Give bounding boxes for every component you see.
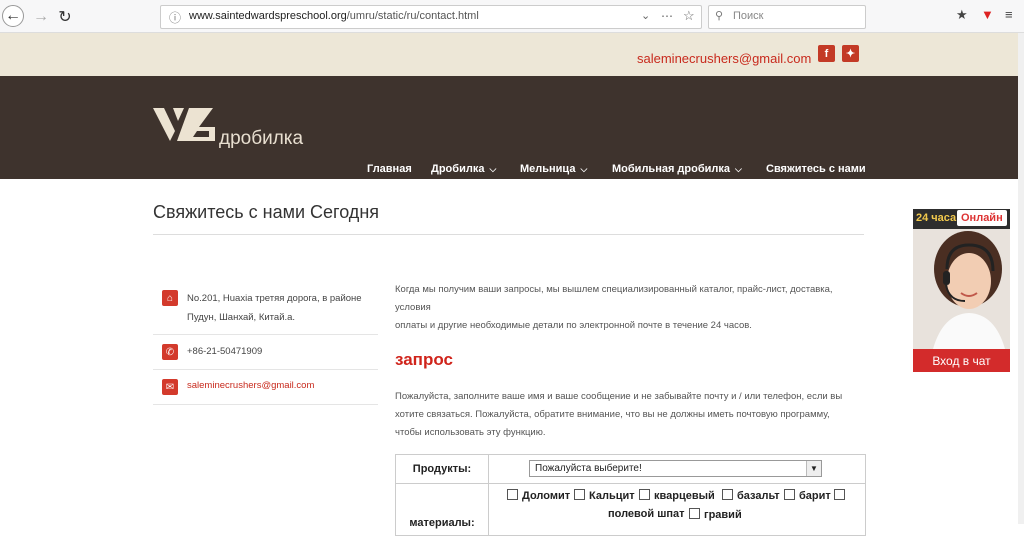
- checkbox-basalt-label: базальт: [737, 490, 780, 502]
- form-column-divider: [488, 455, 489, 535]
- checkbox-basalt[interactable]: базальт: [722, 489, 780, 502]
- shield-icon[interactable]: ▼: [981, 7, 994, 22]
- search-placeholder: Поиск: [733, 10, 764, 22]
- url-domain: www.saintedwardspreschool.org: [189, 10, 347, 22]
- inquiry-line-2: хотите связаться. Пожалуйста, обратите в…: [395, 409, 830, 420]
- products-select-value: Пожалуйста выберите!: [535, 463, 642, 474]
- chevron-down-icon: ⌵: [735, 164, 742, 174]
- dropdown-icon[interactable]: ⌄: [641, 9, 650, 22]
- intro-line-1: Когда мы получим ваши запросы, мы вышлем…: [395, 284, 833, 313]
- info-icon[interactable]: ⓘ: [169, 9, 181, 26]
- address-line-2: Пудун, Шанхай, Китай.а.: [187, 312, 296, 323]
- checkbox-quartz-label: кварцевый: [654, 490, 715, 502]
- divider: [153, 369, 378, 370]
- checkbox-dolomite[interactable]: Доломит: [507, 489, 570, 502]
- page-title: Свяжитесь с нами Сегодня: [153, 202, 380, 222]
- address-line-1: No.201, Huaxia третяя дорога, в районе: [187, 293, 362, 304]
- facebook-icon[interactable]: f: [818, 45, 835, 62]
- nav-mill-label: Мельница: [520, 163, 576, 175]
- nav-mobile-crusher[interactable]: Мобильная дробилка ⌵: [612, 163, 742, 175]
- search-input[interactable]: ⚲ Поиск: [708, 5, 866, 29]
- checkbox-gravel-label: гравий: [704, 509, 742, 521]
- nav-home[interactable]: Главная: [367, 163, 412, 175]
- menu-icon[interactable]: ≡: [1005, 7, 1013, 22]
- materials-label: материалы:: [409, 517, 475, 529]
- address: No.201, Huaxia третяя дорога, в районе П…: [187, 289, 362, 327]
- phone-number: +86-21-50471909: [187, 346, 263, 357]
- chat-enter-button[interactable]: Вход в чат: [913, 349, 1010, 372]
- twitter-icon[interactable]: ✦: [842, 45, 859, 62]
- checkbox-calcite[interactable]: Кальцит: [574, 489, 635, 502]
- checkbox-quartz[interactable]: кварцевый: [639, 489, 715, 502]
- logo-text: дробилка: [219, 128, 304, 149]
- browser-toolbar: ← → ↻ ⓘ www.saintedwardspreschool.org/um…: [0, 0, 1024, 33]
- top-email-link[interactable]: saleminecrushers@gmail.com: [637, 51, 811, 66]
- inquiry-line-3: чтобы использовать эту функцию.: [395, 427, 546, 438]
- pocket-icon[interactable]: ★: [956, 7, 968, 23]
- chat-online-badge: Онлайн: [957, 210, 1007, 226]
- inquiry-heading: запрос: [395, 350, 453, 369]
- divider: [153, 234, 864, 235]
- checkbox-barite[interactable]: барит: [784, 489, 831, 502]
- chevron-down-icon: ⌵: [580, 164, 588, 174]
- checkbox-barite-label: барит: [799, 490, 831, 502]
- inquiry-line-1: Пожалуйста, заполните ваше имя и ваше со…: [395, 391, 843, 402]
- search-icon: ⚲: [715, 10, 724, 22]
- site-logo[interactable]: [153, 105, 217, 143]
- products-label: Продукты:: [412, 463, 472, 475]
- chevron-down-icon: ⌵: [489, 164, 497, 174]
- checkbox-feldspar[interactable]: полевой шпат: [608, 508, 685, 520]
- more-icon[interactable]: ⋯: [661, 9, 673, 23]
- reload-button[interactable]: ↻: [54, 6, 76, 28]
- live-chat-widget[interactable]: 24 часа Онлайн Вход в чат: [913, 209, 1010, 372]
- checkbox-calcite-label: Кальцит: [589, 490, 635, 502]
- bookmark-star-icon[interactable]: ☆: [683, 8, 695, 24]
- nav-mobile-crusher-label: Мобильная дробилка: [612, 163, 731, 175]
- chat-header: 24 часа Онлайн: [913, 209, 1010, 229]
- intro-line-2: оплаты и другие необходимые детали по эл…: [395, 320, 752, 331]
- mail-icon: ✉: [162, 379, 178, 395]
- checkbox-feldspar-label: полевой шпат: [608, 508, 685, 520]
- nav-contact[interactable]: Свяжитесь с нами: [766, 163, 866, 175]
- url-path: /umru/static/ru/contact.html: [346, 10, 479, 22]
- nav-crusher[interactable]: Дробилка ⌵: [431, 163, 496, 175]
- scrollbar[interactable]: [1018, 33, 1024, 524]
- products-select[interactable]: Пожалуйста выберите! ▼: [529, 460, 822, 477]
- inquiry-text: Пожалуйста, заполните ваше имя и ваше со…: [395, 388, 865, 442]
- address-bar[interactable]: ⓘ www.saintedwardspreschool.org/umru/sta…: [160, 5, 702, 29]
- back-button[interactable]: ←: [2, 5, 24, 27]
- home-icon: ⌂: [162, 290, 178, 306]
- phone-icon: ✆: [162, 344, 178, 360]
- divider: [153, 404, 378, 405]
- chat-hours: 24 часа: [916, 212, 957, 224]
- chevron-down-icon: ▼: [806, 461, 821, 476]
- contact-email-link[interactable]: saleminecrushers@gmail.com: [187, 376, 314, 395]
- checkbox-extra[interactable]: [834, 489, 849, 502]
- nav-mill[interactable]: Мельница ⌵: [520, 163, 587, 175]
- nav-crusher-label: Дробилка: [431, 163, 485, 175]
- chat-operator-avatar: [913, 229, 1010, 349]
- intro-text: Когда мы получим ваши запросы, мы вышлем…: [395, 281, 865, 335]
- top-bar: [0, 33, 1018, 76]
- divider: [153, 334, 378, 335]
- checkbox-gravel[interactable]: гравий: [689, 508, 742, 521]
- forward-button[interactable]: →: [30, 6, 52, 28]
- checkbox-dolomite-label: Доломит: [522, 490, 571, 502]
